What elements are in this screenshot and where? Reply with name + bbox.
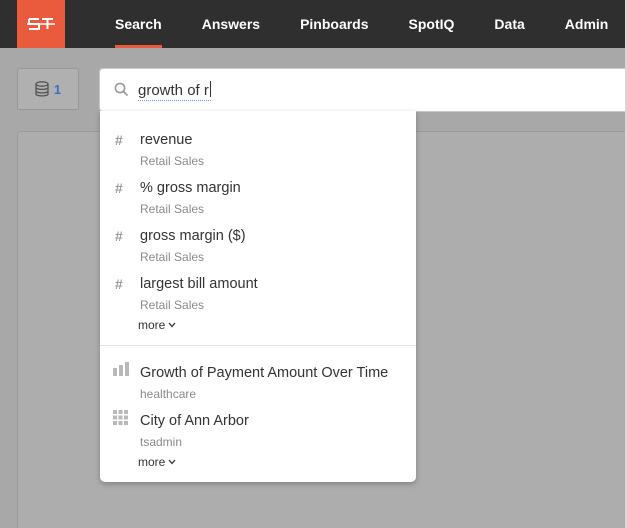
suggestion-item[interactable]: Growth of Payment Amount Over Time healt…	[100, 353, 416, 401]
bar-chart-icon	[113, 362, 129, 381]
chevron-down-icon	[168, 459, 176, 465]
suggestion-title: City of Ann Arbor	[140, 413, 249, 429]
more-objects-link[interactable]: more	[138, 455, 176, 469]
section-divider	[100, 345, 416, 346]
search-suggestions-dropdown: # revenue Retail Sales # % gross margin …	[100, 111, 416, 482]
search-input[interactable]: growth of r	[138, 81, 211, 101]
database-icon	[35, 81, 49, 97]
suggestion-title: revenue	[140, 132, 193, 148]
hash-icon: #	[115, 132, 123, 148]
suggestion-item[interactable]: # gross margin ($) Retail Sales	[100, 216, 416, 264]
suggestion-source: healthcare	[140, 387, 197, 401]
data-sources-count: 1	[53, 81, 62, 97]
nav-tab-spotiq[interactable]: SpotIQ	[389, 0, 475, 48]
suggestion-source: Retail Sales	[140, 298, 205, 312]
nav-tab-search[interactable]: Search	[95, 0, 182, 48]
suggestion-source: Retail Sales	[140, 202, 205, 216]
nav-tab-answers[interactable]: Answers	[182, 0, 280, 48]
suggestion-source: Retail Sales	[140, 154, 205, 168]
hash-icon: #	[115, 228, 123, 244]
suggestion-title: % gross margin	[140, 180, 241, 196]
main-nav: Search Answers Pinboards SpotIQ Data Adm…	[95, 0, 627, 48]
top-nav-bar: Search Answers Pinboards SpotIQ Data Adm…	[0, 0, 627, 48]
suggestion-item[interactable]: City of Ann Arbor tsadmin	[100, 401, 416, 449]
nav-tab-data[interactable]: Data	[474, 0, 544, 48]
search-icon	[114, 82, 129, 102]
suggestion-title: Growth of Payment Amount Over Time	[140, 365, 389, 381]
suggestion-item[interactable]: # revenue Retail Sales	[100, 120, 416, 168]
more-columns-link[interactable]: more	[138, 318, 176, 332]
chevron-down-icon	[168, 322, 176, 328]
logo[interactable]	[17, 0, 65, 48]
suggestion-item[interactable]: # largest bill amount Retail Sales	[100, 264, 416, 312]
search-bar[interactable]: growth of r	[99, 68, 627, 112]
table-grid-icon	[113, 410, 128, 430]
thoughtspot-logo-icon	[27, 18, 55, 30]
nav-tab-pinboards[interactable]: Pinboards	[280, 0, 388, 48]
hash-icon: #	[115, 180, 123, 196]
data-sources-button[interactable]: 1	[17, 68, 79, 110]
suggestion-item[interactable]: # % gross margin Retail Sales	[100, 168, 416, 216]
hash-icon: #	[115, 276, 123, 292]
suggestion-source: tsadmin	[140, 435, 183, 449]
suggestion-title: largest bill amount	[140, 276, 258, 292]
suggestion-source: Retail Sales	[140, 250, 205, 264]
nav-tab-admin[interactable]: Admin	[545, 0, 627, 48]
suggestion-title: gross margin ($)	[140, 228, 246, 244]
